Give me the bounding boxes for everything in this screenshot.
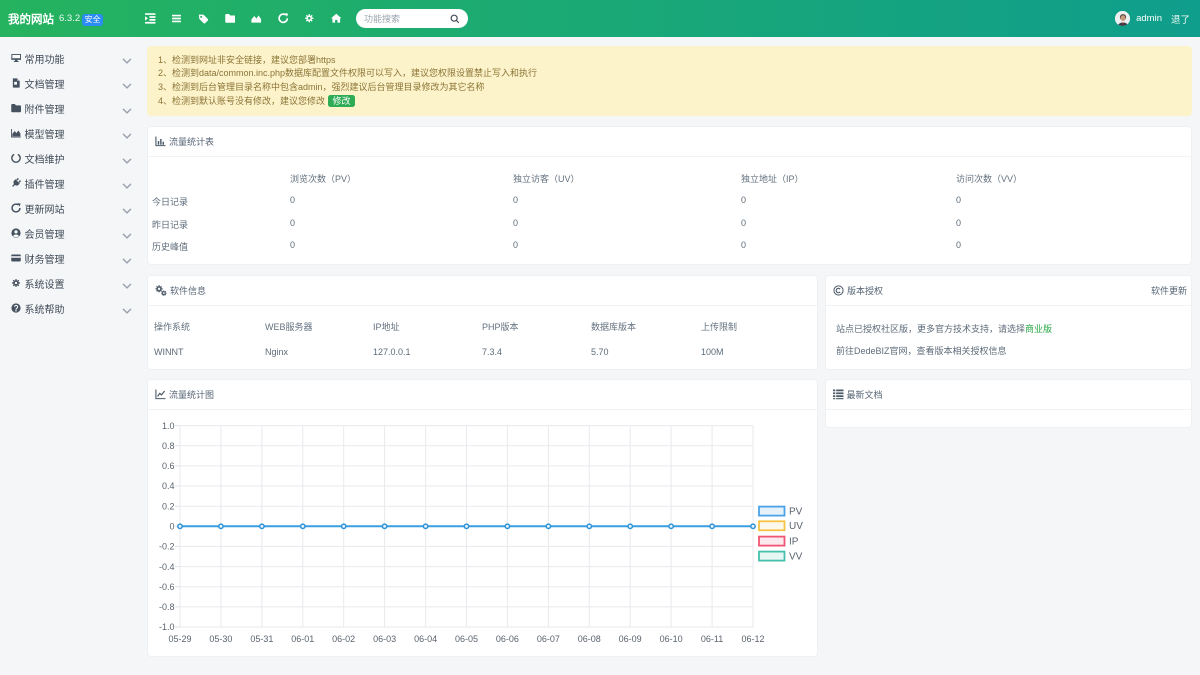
svg-text:0.2: 0.2	[162, 501, 175, 511]
svg-text:-0.6: -0.6	[159, 582, 175, 592]
svg-text:06-07: 06-07	[537, 634, 560, 644]
svg-text:06-02: 06-02	[332, 634, 355, 644]
svg-text:06-05: 06-05	[455, 634, 478, 644]
svg-text:06-04: 06-04	[414, 634, 437, 644]
svg-text:06-10: 06-10	[660, 634, 683, 644]
svg-text:0.4: 0.4	[162, 481, 175, 491]
svg-text:IP: IP	[789, 537, 799, 548]
svg-text:PV: PV	[789, 507, 803, 518]
svg-text:06-11: 06-11	[701, 634, 723, 644]
svg-text:-0.2: -0.2	[159, 542, 175, 552]
svg-text:0: 0	[169, 522, 174, 532]
svg-text:VV: VV	[789, 552, 803, 563]
svg-text:0.8: 0.8	[162, 441, 175, 451]
svg-text:06-08: 06-08	[578, 634, 601, 644]
svg-text:-0.8: -0.8	[159, 602, 175, 612]
svg-text:UV: UV	[789, 521, 803, 532]
svg-text:06-06: 06-06	[496, 634, 519, 644]
svg-text:1.0: 1.0	[162, 421, 175, 431]
svg-text:05-29: 05-29	[168, 634, 191, 644]
svg-text:06-03: 06-03	[373, 634, 396, 644]
svg-text:06-09: 06-09	[619, 634, 642, 644]
svg-text:06-01: 06-01	[291, 634, 314, 644]
svg-text:05-30: 05-30	[209, 634, 232, 644]
svg-text:-0.4: -0.4	[159, 562, 175, 572]
svg-text:06-12: 06-12	[741, 634, 764, 644]
svg-text:-1.0: -1.0	[159, 622, 175, 632]
svg-text:05-31: 05-31	[250, 634, 273, 644]
svg-text:0.6: 0.6	[162, 461, 175, 471]
